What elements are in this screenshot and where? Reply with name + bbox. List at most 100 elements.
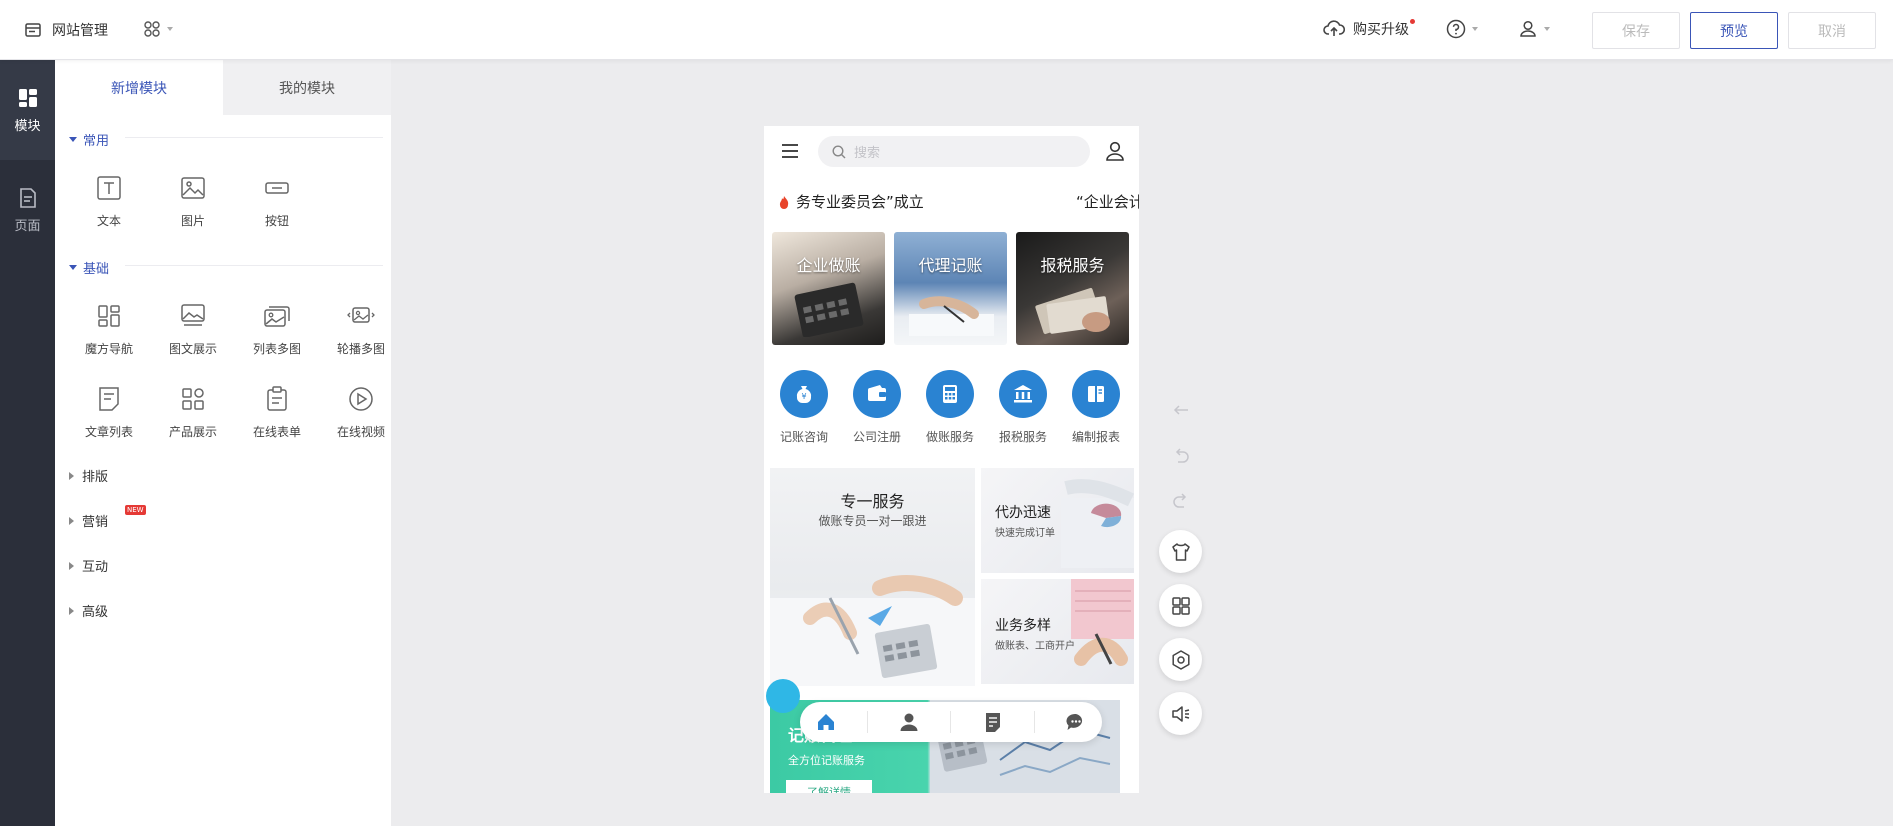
signing-photo xyxy=(909,296,994,336)
home-icon[interactable] xyxy=(815,711,837,733)
theme-button[interactable] xyxy=(1159,530,1202,573)
module-product-show[interactable]: 产品展示 xyxy=(151,385,235,455)
service-label: 编制报表 xyxy=(1071,430,1120,444)
section-interaction[interactable]: 互动 xyxy=(69,556,108,575)
section-divider xyxy=(125,265,383,266)
cancel-button[interactable]: 取消 xyxy=(1788,12,1876,49)
news-text: 务专业委员会”成立 xyxy=(796,193,924,211)
banner-learn-more-button[interactable]: 了解详情 xyxy=(786,780,872,793)
section-header-basic[interactable]: 基础 xyxy=(69,258,109,277)
module-carousel[interactable]: 轮播多图 xyxy=(319,302,403,372)
section-header-common[interactable]: 常用 xyxy=(69,130,109,149)
website-icon xyxy=(25,23,41,37)
caret-down-icon xyxy=(69,137,77,142)
money-photo xyxy=(1035,287,1110,335)
tab-add-module[interactable]: 新增模块 xyxy=(55,60,223,115)
svg-text:¥: ¥ xyxy=(801,392,806,401)
play-icon xyxy=(349,387,373,411)
profile-icon[interactable] xyxy=(898,711,920,733)
service-label: 报税服务 xyxy=(998,430,1047,444)
invoice-photo xyxy=(1071,579,1134,666)
desk-photo xyxy=(770,575,975,686)
tile-agency-bookkeeping[interactable]: 代理记账 xyxy=(894,232,1007,345)
settings-button[interactable] xyxy=(1159,638,1202,681)
module-image[interactable]: 图片 xyxy=(151,174,235,244)
back-arrow-icon[interactable] xyxy=(1170,399,1192,421)
gear-icon xyxy=(1171,649,1190,670)
service-company-register[interactable]: 公司注册 xyxy=(847,370,907,445)
floating-contact-button[interactable] xyxy=(766,679,800,713)
search-placeholder: 搜索 xyxy=(854,146,881,161)
feature-title: 专一服务 xyxy=(840,492,905,511)
tab-my-module[interactable]: 我的模块 xyxy=(223,60,391,115)
module-online-video[interactable]: 在线视频 xyxy=(319,385,403,455)
feature-subtitle: 做账专员一对一跟进 xyxy=(818,514,927,528)
module-label: 图片 xyxy=(180,214,205,228)
preview-button[interactable]: 预览 xyxy=(1690,12,1778,49)
modules-icon xyxy=(18,88,37,107)
tile-enterprise-accounting[interactable]: 企业做账 xyxy=(772,232,885,345)
section-title: 高级 xyxy=(82,605,109,620)
clipboard-icon xyxy=(267,386,287,411)
apps-menu-button[interactable] xyxy=(143,20,173,38)
feature-card-fast[interactable]: 代办迅速 快速完成订单 xyxy=(981,468,1134,573)
module-image-text[interactable]: 图文展示 xyxy=(151,302,235,372)
user-menu-button[interactable] xyxy=(1518,19,1550,39)
text-icon xyxy=(97,176,121,200)
upgrade-button[interactable]: 购买升级 xyxy=(1323,19,1415,39)
module-label: 在线表单 xyxy=(252,425,301,439)
site-manage-button[interactable]: 网站管理 xyxy=(24,19,108,41)
redo-icon[interactable] xyxy=(1170,489,1192,511)
news-item[interactable]: “企业会计 xyxy=(1076,191,1139,212)
module-label: 按钮 xyxy=(264,214,289,228)
news-item[interactable]: 务专业委员会”成立 xyxy=(778,191,924,212)
undo-icon[interactable] xyxy=(1170,444,1192,466)
article-icon[interactable] xyxy=(982,711,1004,733)
tile-tax-service[interactable]: 报税服务 xyxy=(1016,232,1129,345)
help-menu-button[interactable] xyxy=(1446,19,1478,39)
tile-caption: 企业做账 xyxy=(796,256,861,275)
hamburger-menu-icon[interactable] xyxy=(780,141,800,161)
mobile-bottom-nav xyxy=(800,702,1102,742)
service-consult[interactable]: ¥ 记账咨询 xyxy=(774,370,834,445)
button-icon xyxy=(265,182,289,194)
module-button[interactable]: 按钮 xyxy=(235,174,319,244)
music-button[interactable] xyxy=(1159,692,1202,735)
module-label: 轮播多图 xyxy=(336,342,385,356)
caret-right-icon xyxy=(69,561,74,570)
news-ticker[interactable]: 务专业委员会”成立 “企业会计 xyxy=(764,188,1139,214)
module-article-list[interactable]: 文章列表 xyxy=(67,385,151,455)
tile-caption: 报税服务 xyxy=(1040,256,1105,275)
section-advanced[interactable]: 高级 xyxy=(69,601,108,620)
module-online-form[interactable]: 在线表单 xyxy=(235,385,319,455)
module-label: 魔方导航 xyxy=(84,342,133,356)
feature-title: 业务多样 xyxy=(995,618,1051,634)
service-bookkeeping[interactable]: 做账服务 xyxy=(920,370,980,445)
service-report[interactable]: 编制报表 xyxy=(1066,370,1126,445)
phone-preview[interactable]: 搜索 务专业委员会”成立 “企业会计 企业做账 代理记账 报税服务 ¥ 记账咨询… xyxy=(764,126,1139,793)
service-label: 公司注册 xyxy=(852,430,901,444)
section-layout[interactable]: 排版 xyxy=(69,466,108,485)
cube-nav-icon xyxy=(98,305,120,327)
feature-title: 代办迅速 xyxy=(995,505,1051,521)
feature-card-various[interactable]: 业务多样 做账表、工商开户 xyxy=(981,579,1134,684)
section-marketing[interactable]: 营销 NEW xyxy=(69,505,146,530)
chevron-down-icon xyxy=(1544,27,1550,31)
service-tax[interactable]: 报税服务 xyxy=(993,370,1053,445)
save-button[interactable]: 保存 xyxy=(1592,12,1680,49)
section-divider xyxy=(125,137,383,138)
rail-item-modules[interactable]: 模块 xyxy=(0,60,55,160)
layout-button[interactable] xyxy=(1159,584,1202,627)
module-list-multi-image[interactable]: 列表多图 xyxy=(235,302,319,372)
caret-right-icon xyxy=(69,516,74,525)
message-icon[interactable] xyxy=(1065,711,1087,733)
module-cube-nav[interactable]: 魔方导航 xyxy=(67,302,151,372)
module-text[interactable]: 文本 xyxy=(67,174,151,244)
caret-right-icon xyxy=(69,471,74,480)
mobile-search-input[interactable]: 搜索 xyxy=(818,136,1090,167)
feature-card-dedicated[interactable]: 专一服务 做账专员一对一跟进 xyxy=(770,468,975,686)
carousel-icon xyxy=(347,307,375,323)
rail-item-pages[interactable]: 页面 xyxy=(0,160,55,260)
module-label: 产品展示 xyxy=(168,425,217,439)
user-icon[interactable] xyxy=(1104,140,1126,162)
